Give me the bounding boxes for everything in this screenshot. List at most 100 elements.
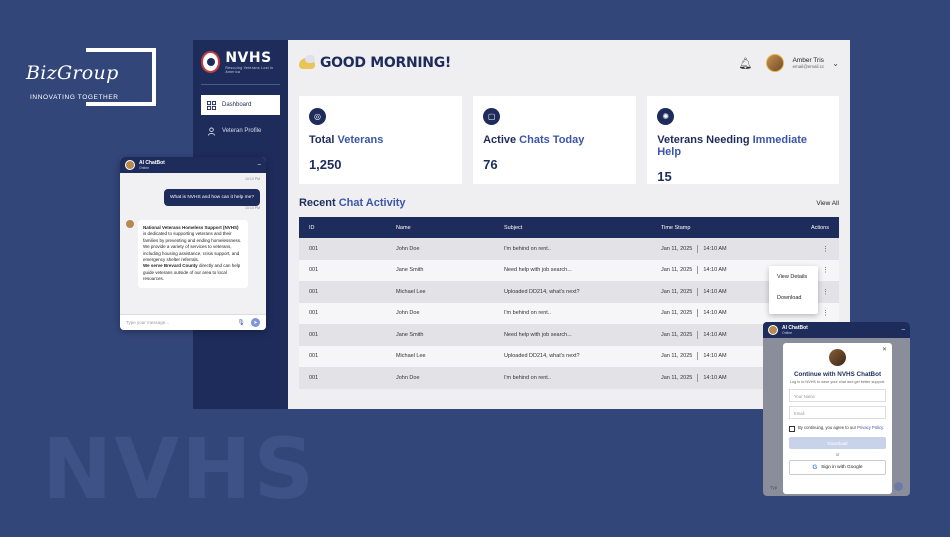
table-header: ID Name Subject Time Stamp Actions <box>298 217 839 238</box>
menu-item-view-details[interactable]: View Details <box>777 274 810 295</box>
menu-item-download[interactable]: Download <box>777 295 810 316</box>
timestamp: 10:10 PM <box>245 177 260 181</box>
email-field[interactable]: Email <box>789 406 886 419</box>
sidebar-item-dashboard[interactable]: Dashboard <box>201 95 280 115</box>
more-options-icon[interactable]: ⋮ <box>822 246 829 253</box>
table-row[interactable]: 001 Michael Lee Uploaded DD214, what's nex… <box>298 281 839 303</box>
column-header: Name <box>395 224 411 231</box>
timestamp-time: 14:10 AM <box>703 310 727 317</box>
cell-name: Michael Lee <box>395 288 426 295</box>
minimize-icon[interactable]: – <box>258 162 261 168</box>
topbar: GOOD MORNING! 🔔︎ Amber Tris email@email.… <box>298 52 839 74</box>
sidebar-item-label: Dashboard <box>222 102 252 108</box>
modal-subtitle: Log in to NVHS to save your chat and get… <box>789 380 886 384</box>
brand-name: BizGroup <box>26 62 119 84</box>
logo-title: NVHS <box>225 50 272 66</box>
divider <box>697 287 699 296</box>
message-placeholder: Type your message... <box>126 320 170 325</box>
timestamp: 10:10 PM <box>245 206 260 210</box>
login-modal: ✕ Continue with NVHS ChatBot Log in to N… <box>783 343 892 494</box>
cell-subject: Uploaded DD214, what's next? <box>503 353 580 360</box>
cell-id: 001 <box>308 288 319 295</box>
stat-title: Veterans Needing Immediate Help <box>657 134 808 158</box>
table-row[interactable]: 001 John Doe I'm behind on rent.. Jan 11, 2… <box>298 238 839 260</box>
message-placeholder: Typ <box>770 485 778 490</box>
view-all-link[interactable]: View All <box>816 200 839 207</box>
chat-header: AI ChatBot Online – <box>120 157 266 173</box>
stat-title: Active Chats Today <box>483 134 585 146</box>
privacy-policy-link[interactable]: Privacy Policy. <box>857 425 884 430</box>
close-icon[interactable]: ✕ <box>882 346 887 353</box>
timestamp-date: Jan 11, 2025 <box>660 331 693 338</box>
cell-subject: I'm behind on rent.. <box>503 374 551 381</box>
stats-cards: ◎ Total Veterans 1,250 ▢ Active Chats To… <box>298 96 839 184</box>
chevron-down-icon[interactable]: ⌄ <box>832 59 839 68</box>
cell-id: 001 <box>308 374 319 381</box>
chat-activity-table: ID Name Subject Time Stamp Actions 001 Jo… <box>298 217 839 389</box>
google-signin-label: Sign in with Google <box>821 465 863 470</box>
name-field[interactable]: Your Name <box>789 389 886 402</box>
cell-id: 001 <box>308 353 319 360</box>
minimize-icon[interactable]: – <box>902 327 905 333</box>
logo-subtitle: Rescuing Veterans Lost in America <box>225 66 274 74</box>
divider <box>697 373 699 382</box>
bot-avatar <box>126 220 134 228</box>
watermark-text: NVHS <box>42 420 317 518</box>
person-icon <box>207 126 216 136</box>
table-row[interactable]: 001 John Doe I'm behind on rent.. Jan 11, 2… <box>298 302 839 324</box>
stat-card-immediate-help: ✺ Veterans Needing Immediate Help 15 <box>647 96 839 184</box>
stat-card-total-veterans: ◎ Total Veterans 1,250 <box>298 96 463 184</box>
nvhs-logo: NVHS Rescuing Veterans Lost in America <box>201 50 280 85</box>
table-row[interactable]: 001 Michael Lee Uploaded DD214, what's nex… <box>298 345 839 367</box>
cell-subject: I'm behind on rent.. <box>503 245 551 252</box>
google-signin-button[interactable]: G Sign in with Google <box>789 460 886 475</box>
cell-subject: Need help with job search... <box>503 331 572 338</box>
stat-value: 15 <box>657 169 672 184</box>
send-button[interactable] <box>894 482 903 491</box>
sidebar-item-veteran-profile[interactable]: Veteran Profile <box>201 121 280 141</box>
table-row[interactable]: 001 Jane Smith Need help with job search..… <box>298 324 839 346</box>
timestamp-time: 14:10 AM <box>703 331 727 338</box>
seal-icon <box>201 51 221 73</box>
message-input[interactable]: Type your message... 🎙︎ ➤ <box>120 314 266 330</box>
cell-id: 001 <box>308 267 319 274</box>
more-options-icon[interactable]: ⋮ <box>822 267 829 274</box>
column-header: ID <box>308 224 315 231</box>
cell-name: Jane Smith <box>395 331 424 338</box>
user-info[interactable]: Amber Tris email@email.cc <box>792 57 824 69</box>
greeting: GOOD MORNING! <box>319 55 451 71</box>
chat-header: AI ChatBot Online – <box>763 322 910 338</box>
dashboard-window: NVHS Rescuing Veterans Lost in America D… <box>193 40 850 409</box>
mic-icon[interactable]: 🎙︎ <box>237 319 245 326</box>
bot-avatar <box>829 349 846 366</box>
divider <box>697 352 699 361</box>
more-options-icon[interactable]: ⋮ <box>822 310 829 317</box>
veterans-icon: ◎ <box>308 108 326 125</box>
divider <box>697 244 699 253</box>
cell-name: John Doe <box>395 310 420 317</box>
column-header: Time Stamp <box>660 224 691 231</box>
sun-cloud-icon <box>298 54 315 69</box>
download-button[interactable]: Download <box>789 437 886 449</box>
grid-icon <box>207 100 216 110</box>
avatar[interactable] <box>766 54 785 72</box>
timestamp-date: Jan 11, 2025 <box>660 353 693 360</box>
table-row[interactable]: 001 Jane Smith Need help with job search..… <box>298 259 839 281</box>
column-header: Actions <box>810 224 829 231</box>
cell-id: 001 <box>308 310 319 317</box>
or-divider: or <box>835 452 840 457</box>
bizgroup-logo: BizGroup INNOVATING TOGETHER <box>24 48 156 106</box>
timestamp-time: 14:10 AM <box>703 353 727 360</box>
bell-icon[interactable]: 🔔︎ <box>739 57 753 70</box>
google-icon: G <box>812 464 818 471</box>
section-title: Recent Chat Activity <box>298 197 406 209</box>
send-button[interactable]: ➤ <box>251 318 260 327</box>
more-options-icon[interactable]: ⋮ <box>822 289 829 296</box>
user-email: email@email.cc <box>792 64 825 69</box>
table-row[interactable]: 001 John Doe I'm behind on rent.. Jan 11, 2… <box>298 367 839 389</box>
cell-timestamp: Jan 11, 2025 14:10 AM <box>661 244 811 253</box>
cell-name: John Doe <box>395 245 420 252</box>
stat-title: Total Veterans <box>308 134 384 146</box>
agree-checkbox[interactable] <box>789 426 795 432</box>
cell-name: Michael Lee <box>395 353 426 360</box>
